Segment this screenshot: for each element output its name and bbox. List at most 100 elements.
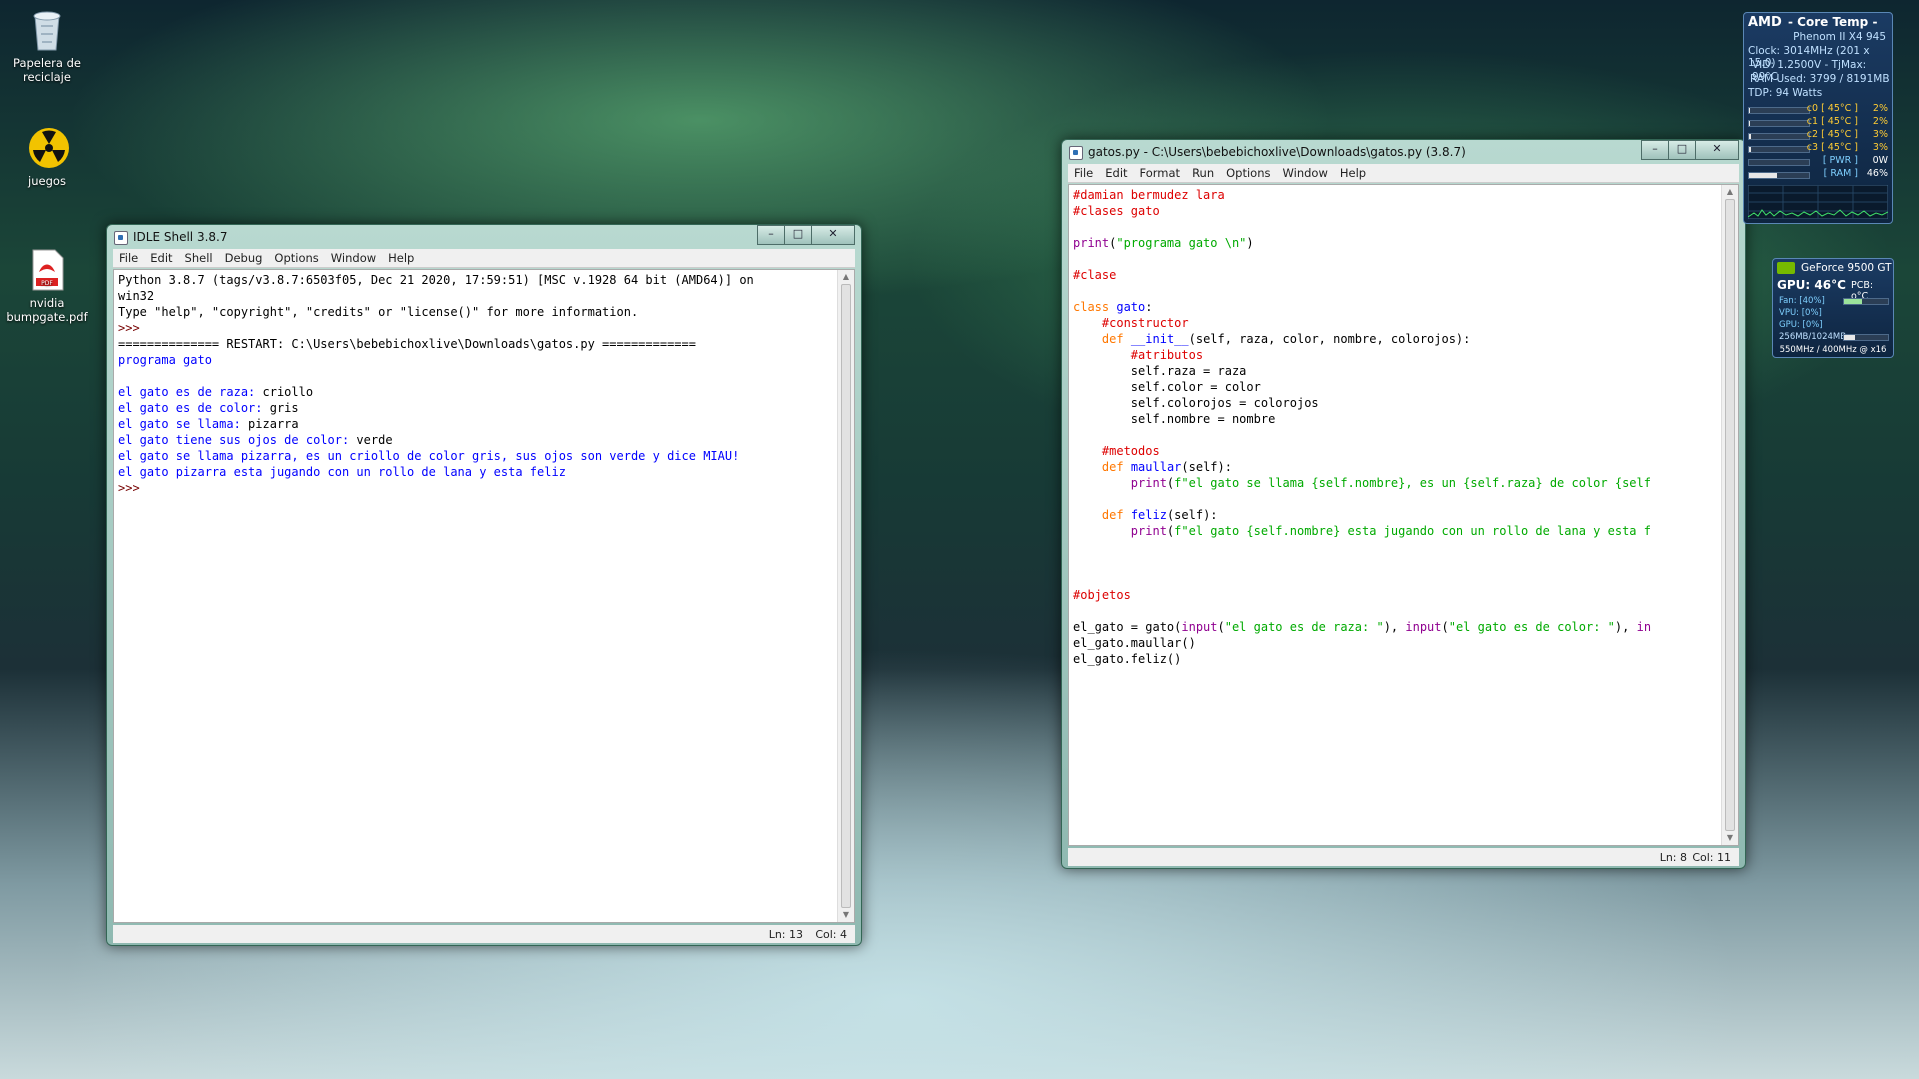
code-token: f"el gato se llama {self.nombre}, es un … xyxy=(1174,476,1651,490)
code-line: def maullar(self): xyxy=(1073,459,1718,475)
scroll-up-icon[interactable]: ▲ xyxy=(838,270,854,284)
core-value: 2% xyxy=(1872,116,1888,127)
menu-edit[interactable]: Edit xyxy=(1099,164,1133,182)
core-label: c1 [ 45°C ] xyxy=(1806,116,1858,127)
menu-options[interactable]: Options xyxy=(1220,164,1276,182)
window-title: gatos.py - C:\Users\bebebichoxlive\Downl… xyxy=(1088,145,1466,159)
code-token: ( xyxy=(1441,620,1449,634)
code-line: #damian bermudez lara xyxy=(1073,187,1718,203)
gpu-load-readout: GPU: [0%] xyxy=(1779,320,1823,330)
code-token: el_gato = gato( xyxy=(1073,620,1182,634)
core-value: 3% xyxy=(1872,129,1888,140)
core-label: [ RAM ] xyxy=(1823,168,1858,179)
shell-statusbar: Ln: 13 Col: 4 xyxy=(113,925,855,943)
menu-run[interactable]: Run xyxy=(1186,164,1220,182)
vertical-scrollbar[interactable]: ▲ ▼ xyxy=(837,270,854,922)
code-line: el_gato = gato(input("el gato es de raza… xyxy=(1073,619,1718,635)
amd-logo: AMD xyxy=(1748,15,1782,30)
core-label: c3 [ 45°C ] xyxy=(1806,142,1858,153)
menu-file[interactable]: File xyxy=(1068,164,1099,182)
code-token: ( xyxy=(1217,620,1225,634)
menu-help[interactable]: Help xyxy=(382,249,420,267)
prompt-text: el gato se llama: xyxy=(118,417,249,431)
idle-shell-window[interactable]: IDLE Shell 3.8.7 – □ ✕ File Edit Shell D… xyxy=(106,224,862,946)
menu-window[interactable]: Window xyxy=(325,249,382,267)
core-value: 46% xyxy=(1866,168,1888,179)
editor-window[interactable]: gatos.py - C:\Users\bebebichoxlive\Downl… xyxy=(1061,139,1746,869)
prompt-text: el gato tiene sus ojos de color: xyxy=(118,433,357,447)
maximize-button[interactable]: □ xyxy=(1668,140,1696,160)
column-number: Col: 4 xyxy=(815,928,847,941)
code-token: f"el gato {self.nombre} esta jugando con… xyxy=(1174,524,1651,538)
menu-file[interactable]: File xyxy=(113,249,144,267)
menu-debug[interactable]: Debug xyxy=(219,249,269,267)
close-button[interactable]: ✕ xyxy=(1695,140,1739,160)
line-number: Ln: 13 xyxy=(768,928,803,941)
minimize-button[interactable]: – xyxy=(757,225,785,245)
code-token: #clase xyxy=(1073,268,1117,282)
code-token: gato xyxy=(1116,300,1146,314)
editor-titlebar[interactable]: gatos.py - C:\Users\bebebichoxlive\Downl… xyxy=(1062,140,1745,164)
editor-statusbar: Ln: 8 Col: 11 xyxy=(1068,848,1739,866)
menu-shell[interactable]: Shell xyxy=(179,249,219,267)
close-button[interactable]: ✕ xyxy=(811,225,855,245)
menu-options[interactable]: Options xyxy=(268,249,324,267)
desktop-icon-nvidia-pdf[interactable]: PDF nvidia bumpgate.pdf xyxy=(4,248,90,324)
scroll-down-icon[interactable]: ▼ xyxy=(838,908,854,922)
scroll-thumb[interactable] xyxy=(1725,199,1735,831)
gpu-gadget[interactable]: GeForce 9500 GT GPU: 46°C PCB: o°C Fan: … xyxy=(1772,258,1894,358)
scroll-up-icon[interactable]: ▲ xyxy=(1722,185,1738,199)
scroll-down-icon[interactable]: ▼ xyxy=(1722,831,1738,845)
menu-edit[interactable]: Edit xyxy=(144,249,178,267)
code-token: print xyxy=(1130,476,1167,490)
code-line: self.nombre = nombre xyxy=(1073,411,1718,427)
user-input-text: pizarra xyxy=(248,417,299,431)
code-token: el_gato.feliz() xyxy=(1073,652,1182,666)
menu-format[interactable]: Format xyxy=(1134,164,1187,182)
code-token: (self, raza, color, nombre, colorojos): xyxy=(1188,332,1471,346)
code-line: #metodos xyxy=(1073,443,1718,459)
shell-titlebar[interactable]: IDLE Shell 3.8.7 – □ ✕ xyxy=(107,225,861,249)
menu-window[interactable]: Window xyxy=(1277,164,1334,182)
core-temp-gadget[interactable]: AMD - Core Temp - Phenom II X4 945 Clock… xyxy=(1743,12,1893,224)
code-line: #constructor xyxy=(1073,315,1718,331)
code-token: self.color = color xyxy=(1073,380,1261,394)
minimize-button[interactable]: – xyxy=(1641,140,1669,160)
gpu-mem-bar xyxy=(1843,334,1889,341)
core-value: 2% xyxy=(1872,103,1888,114)
vpu-readout: VPU: [0%] xyxy=(1779,308,1822,318)
code-token: "el gato es de raza: " xyxy=(1224,620,1384,634)
core-load-bar xyxy=(1748,107,1810,114)
code-token: print xyxy=(1130,524,1167,538)
menu-help[interactable]: Help xyxy=(1334,164,1372,182)
prompt-text: el gato es de color: xyxy=(118,401,270,415)
scroll-thumb[interactable] xyxy=(841,284,851,908)
desktop-icon-juegos[interactable]: juegos xyxy=(4,126,90,188)
code-token: maullar xyxy=(1130,460,1182,474)
shell-line: el gato se llama: pizarra xyxy=(118,416,834,432)
shell-text-area[interactable]: Python 3.8.7 (tags/v3.8.7:6503f05, Dec 2… xyxy=(113,269,855,923)
code-token: "el gato es de color: " xyxy=(1448,620,1615,634)
shell-line: ============== RESTART: C:\Users\bebebic… xyxy=(118,337,696,351)
vertical-scrollbar[interactable]: ▲ ▼ xyxy=(1721,185,1738,845)
shell-menubar: File Edit Shell Debug Options Window Hel… xyxy=(113,249,855,268)
core-label: c0 [ 45°C ] xyxy=(1806,103,1858,114)
python-file-icon xyxy=(1069,146,1083,160)
code-token: def xyxy=(1101,508,1124,522)
code-line: self.raza = raza xyxy=(1073,363,1718,379)
code-token: input xyxy=(1181,620,1218,634)
user-input-text: verde xyxy=(356,433,393,447)
desktop-icon-recycle-bin[interactable]: Papelera de reciclaje xyxy=(4,8,90,84)
maximize-button[interactable]: □ xyxy=(784,225,812,245)
editor-text-area[interactable]: #damian bermudez lara #clases gato print("… xyxy=(1068,184,1739,846)
core-load-bar xyxy=(1748,120,1810,127)
